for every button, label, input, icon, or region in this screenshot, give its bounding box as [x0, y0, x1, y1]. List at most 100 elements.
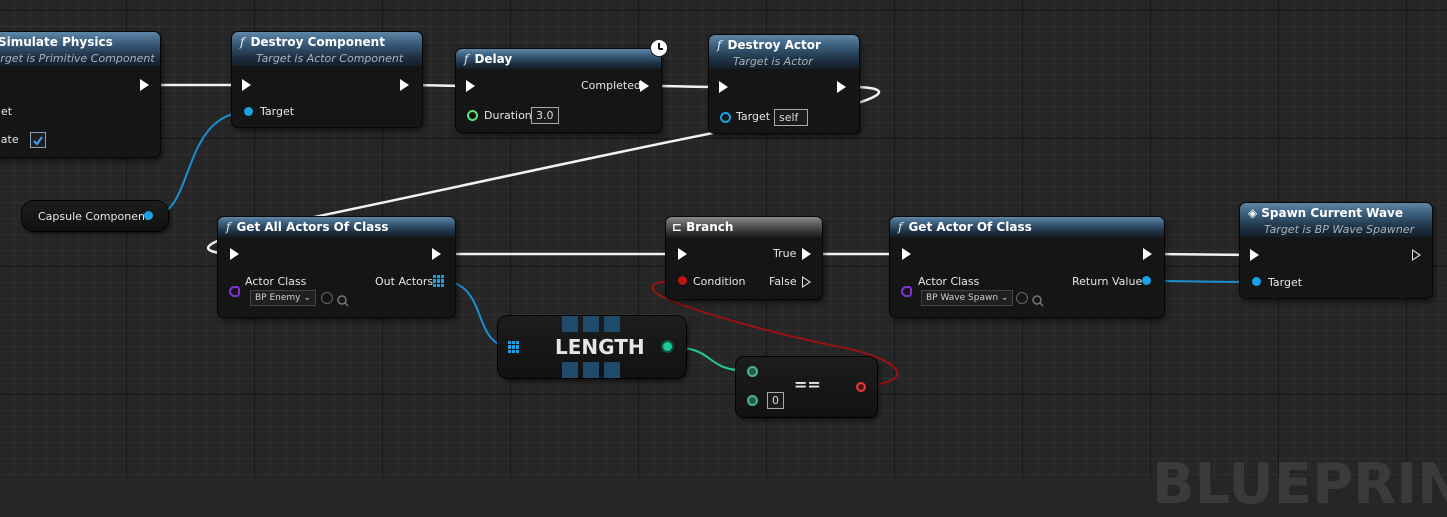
chevron-down-icon: ⌄ — [303, 293, 311, 303]
pin-label-simulate: Simulate — [0, 133, 19, 146]
node-header[interactable]: f Destroy Component Target is Actor Compo… — [232, 32, 422, 66]
target-pin[interactable] — [720, 112, 731, 123]
node-header[interactable]: ◈ Spawn Current Wave Target is BP Wave Sp… — [1240, 203, 1432, 237]
node-header[interactable]: f Get Actor Of Class — [890, 217, 1164, 237]
node-title: f Delay — [464, 52, 512, 66]
target-pin[interactable] — [244, 107, 253, 116]
object-wire — [151, 111, 249, 217]
node-header[interactable]: f Get All Actors Of Class — [218, 217, 455, 237]
exec-out-pin[interactable] — [400, 79, 409, 91]
condition-pin[interactable] — [678, 276, 687, 285]
exec-in-pin[interactable] — [902, 248, 911, 260]
exec-in-pin[interactable] — [230, 248, 239, 260]
node-title-text: Spawn Current Wave — [1261, 206, 1404, 220]
node-title-text: Destroy Component — [250, 35, 385, 49]
node-header[interactable]: f Destroy Actor Target is Actor — [709, 35, 859, 69]
node-spawn-current-wave[interactable]: ◈ Spawn Current Wave Target is BP Wave Sp… — [1240, 203, 1432, 298]
pin-label-target: Target — [1268, 276, 1303, 289]
node-title-text: Branch — [686, 220, 734, 234]
check-icon — [33, 136, 43, 146]
variable-label: Capsule Component — [38, 210, 150, 223]
simulate-checkbox[interactable] — [30, 132, 46, 148]
browse-icon[interactable] — [1016, 292, 1028, 304]
pin-label-false: False — [769, 275, 797, 288]
pin-label-out-actors: Out Actors — [375, 275, 434, 288]
target-pin[interactable] — [1252, 277, 1261, 286]
node-header[interactable]: f Delay — [456, 49, 661, 69]
pin-label-duration: Duration — [484, 109, 532, 122]
array-in-pin[interactable] — [508, 341, 520, 353]
function-icon: f — [240, 35, 245, 49]
return-value-pin[interactable] — [1142, 276, 1151, 285]
duration-pin[interactable] — [467, 110, 478, 121]
exec-out-pin[interactable] — [432, 248, 441, 260]
node-branch[interactable]: ⊏ Branch True Condition False — [666, 217, 822, 299]
exec-in-pin[interactable] — [466, 80, 475, 92]
input-b-value[interactable]: 0 — [767, 392, 784, 409]
latent-clock-icon — [650, 39, 668, 57]
exec-in-pin[interactable] — [678, 248, 687, 260]
branch-icon: ⊏ — [672, 220, 683, 234]
function-icon: f — [226, 220, 231, 234]
exec-out-pin[interactable] — [640, 80, 649, 92]
pin-label-actor-class: Actor Class — [245, 275, 307, 288]
node-length[interactable]: LENGTH — [498, 316, 686, 378]
node-destroy-component[interactable]: f Destroy Component Target is Actor Compo… — [232, 32, 422, 127]
target-self-input[interactable]: self — [774, 109, 808, 126]
function-icon: f — [717, 38, 722, 52]
dropdown-value: BP Enemy — [255, 293, 301, 303]
node-title-text: Destroy Actor — [727, 38, 821, 52]
actor-class-pin[interactable] — [229, 286, 240, 297]
browse-icon[interactable] — [321, 292, 333, 304]
function-icon: f — [464, 52, 469, 66]
exec-out-pin[interactable] — [1412, 249, 1421, 261]
node-simulate-physics[interactable]: Simulate Physics Target is Primitive Com… — [0, 32, 160, 157]
equals-label: == — [794, 375, 821, 394]
actor-class-pin[interactable] — [901, 286, 912, 297]
function-icon: f — [898, 220, 903, 234]
pin-label-completed: Completed — [581, 79, 641, 92]
node-title: f Get Actor Of Class — [898, 220, 1032, 234]
exec-in-pin[interactable] — [719, 81, 728, 93]
duration-input[interactable]: 3.0 — [531, 107, 559, 124]
exec-in-pin[interactable] — [1250, 249, 1259, 261]
node-title: f Get All Actors Of Class — [226, 220, 389, 234]
capsule-out-pin[interactable] — [144, 211, 153, 220]
chevron-down-icon: ⌄ — [1000, 293, 1009, 303]
pin-label-return-value: Return Value — [1072, 275, 1143, 288]
node-header[interactable]: ⊏ Branch — [666, 217, 822, 237]
node-equals[interactable]: 0 == — [736, 357, 877, 417]
exec-out-pin[interactable] — [1143, 248, 1152, 260]
node-title-text: Get All Actors Of Class — [236, 220, 389, 234]
node-delay[interactable]: f Delay Completed Duration 3.0 — [456, 39, 668, 132]
node-destroy-actor[interactable]: f Destroy Actor Target is Actor Target se… — [709, 35, 859, 133]
exec-out-pin[interactable] — [837, 81, 846, 93]
search-icon[interactable] — [1032, 292, 1044, 307]
pin-label-target: Target — [736, 110, 771, 123]
node-title-text: Delay — [474, 52, 513, 66]
false-exec-pin[interactable] — [802, 276, 811, 288]
event-icon: ◈ — [1248, 206, 1258, 220]
bool-out-pin[interactable] — [856, 382, 866, 392]
pin-label-actor-class: Actor Class — [918, 275, 980, 288]
input-a-pin[interactable] — [747, 366, 758, 377]
array-out-pin[interactable] — [433, 275, 445, 287]
actor-class-dropdown[interactable]: BP Enemy ⌄ — [250, 290, 316, 306]
node-title-text: Get Actor Of Class — [908, 220, 1032, 234]
node-get-actor-of-class[interactable]: f Get Actor Of Class Actor Class BP Wave … — [890, 217, 1164, 317]
node-subtitle: Target is Actor Component — [256, 52, 404, 65]
node-subtitle: Target is Primitive Component — [0, 52, 155, 65]
true-exec-pin[interactable] — [802, 248, 811, 260]
node-capsule-component[interactable]: Capsule Component — [22, 201, 168, 231]
node-get-all-actors-of-class[interactable]: f Get All Actors Of Class Actor Class BP … — [218, 217, 455, 317]
dropdown-value: BP Wave Spawn — [926, 293, 999, 303]
search-icon[interactable] — [337, 292, 349, 307]
node-header[interactable]: Simulate Physics Target is Primitive Com… — [0, 32, 160, 66]
node-subtitle: Target is Actor — [733, 55, 813, 68]
input-b-pin[interactable] — [747, 395, 758, 406]
node-title: Simulate Physics — [0, 35, 113, 49]
exec-out-pin[interactable] — [140, 79, 149, 91]
actor-class-dropdown[interactable]: BP Wave Spawn ⌄ — [921, 290, 1014, 306]
length-out-pin[interactable] — [663, 342, 672, 351]
exec-in-pin[interactable] — [242, 79, 251, 91]
